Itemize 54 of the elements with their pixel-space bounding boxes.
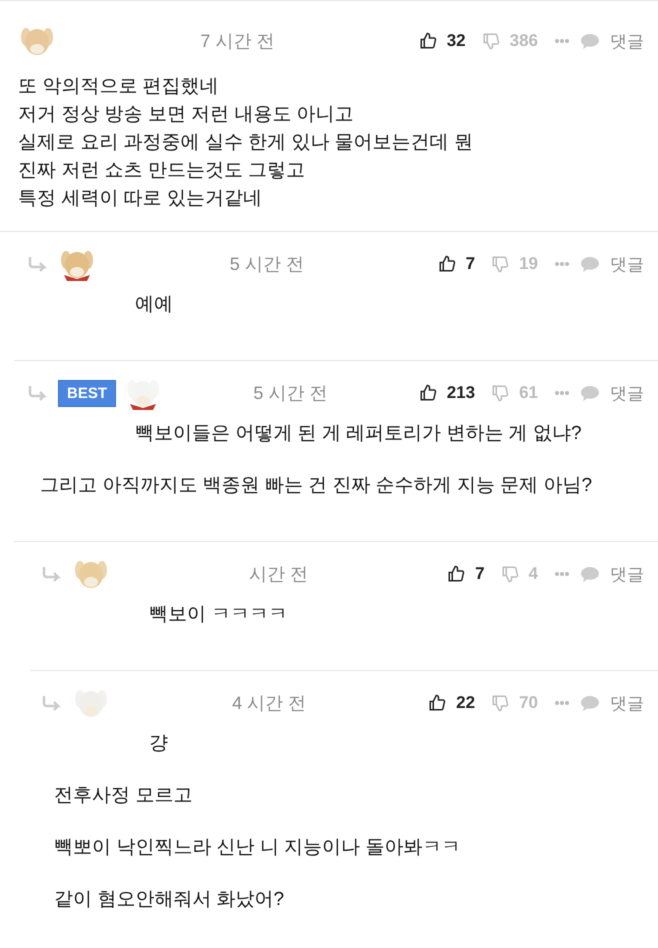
thumbs-up-icon[interactable] — [418, 384, 437, 402]
reply-arrow-icon — [42, 695, 64, 711]
dislike-count: 386 — [510, 31, 538, 51]
comment-text: 빽보이 ㅋㅋㅋㅋ — [148, 603, 288, 627]
like-count: 213 — [446, 383, 476, 403]
more-icon[interactable] — [554, 261, 570, 267]
comment-text: 또 악의적으로 편집했네 저거 정상 방송 보면 저런 내용도 아니고 실제로 요리 과정중에 실수 한게 있나 물어보는건데 뭔 진짜 저런 쇼츠 만드는것도 그렇고 특정 세력이 따로 있는거같네 — [18, 75, 474, 211]
dislike-count: 61 — [519, 383, 538, 403]
thumbs-up-icon[interactable] — [447, 565, 466, 583]
thumbs-down-icon[interactable] — [491, 694, 510, 712]
reply-link[interactable]: 댓글 — [610, 30, 644, 52]
dislike-count: 70 — [519, 693, 538, 713]
more-icon[interactable] — [554, 571, 570, 577]
speech-bubble-icon — [580, 565, 600, 583]
comment-time: 7 시간 전 — [199, 30, 276, 53]
comment-text: 같이 혐오안해줘서 화났어? — [54, 888, 286, 912]
thumbs-up-icon[interactable] — [418, 32, 437, 50]
comment-time: 4 시간 전 — [231, 692, 308, 715]
comment-time: 5 시간 전 — [252, 382, 328, 405]
reply-link[interactable]: 댓글 — [610, 692, 644, 714]
speech-bubble-icon — [580, 384, 600, 402]
thumbs-down-icon[interactable] — [491, 384, 510, 402]
thumbs-down-icon[interactable] — [482, 32, 500, 50]
dislike-count: 4 — [528, 564, 538, 584]
thumbs-up-icon[interactable] — [438, 255, 456, 273]
comment-text: 예예 — [134, 293, 174, 317]
more-icon[interactable] — [554, 700, 570, 706]
comment-text: 걍 — [148, 732, 169, 756]
like-count: 32 — [446, 31, 466, 51]
reply-link[interactable]: 댓글 — [610, 252, 644, 276]
speech-bubble-icon — [580, 694, 600, 712]
reply-arrow-icon — [28, 385, 50, 401]
like-count: 7 — [475, 564, 485, 584]
comment-time: 5 시간 전 — [228, 253, 305, 276]
thumbs-down-icon[interactable] — [500, 565, 519, 583]
comment-time: 시간 전 — [248, 563, 310, 586]
like-count: 22 — [456, 693, 476, 713]
thumbs-down-icon[interactable] — [491, 255, 510, 273]
comment-text: 전후사정 모르고 — [54, 784, 194, 808]
comment-text: 그리고 아직까지도 백종원 빠는 건 진짜 순수하게 지능 문제 아님? — [40, 474, 594, 498]
reply-link[interactable]: 댓글 — [610, 382, 644, 404]
best-badge: BEST — [58, 380, 116, 406]
dislike-count: 19 — [519, 254, 538, 274]
comment-text: 빽보이들은 어떻게 된 게 레퍼토리가 변하는 게 없냐? — [134, 422, 583, 446]
more-icon[interactable] — [554, 390, 570, 396]
reply-link[interactable]: 댓글 — [610, 562, 644, 586]
speech-bubble-icon — [580, 255, 600, 273]
like-count: 7 — [466, 254, 476, 274]
reply-arrow-icon — [42, 566, 64, 582]
thumbs-up-icon[interactable] — [428, 694, 446, 712]
more-icon[interactable] — [554, 38, 570, 44]
reply-arrow-icon — [28, 256, 50, 272]
comment-text: 빽뽀이 낙인찍느라 신난 니 지능이나 돌아봐ㅋㅋ — [54, 836, 462, 860]
speech-bubble-icon — [580, 32, 600, 50]
